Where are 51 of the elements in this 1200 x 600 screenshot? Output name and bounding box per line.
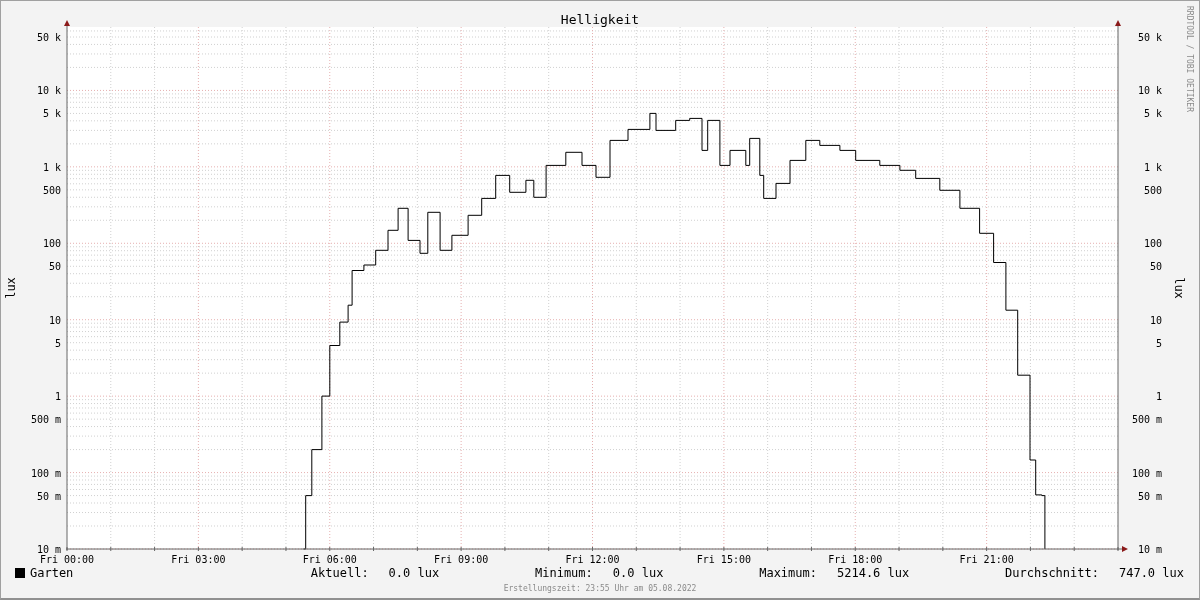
x-tick-label: Fri 03:00: [171, 554, 226, 564]
legend-label: Garten: [30, 566, 74, 580]
chart-title: Helligkeit: [560, 12, 640, 27]
y-tick-label: 10 k: [36, 85, 61, 97]
y-tick-label: 50: [1149, 261, 1162, 273]
y-tick-label: 50 k: [36, 32, 61, 43]
y-tick-label: 500 m: [1131, 414, 1162, 426]
y-tick-label: 50 m: [36, 490, 61, 502]
y-tick-label: 50 m: [1137, 490, 1162, 502]
y-tick-label: 100 m: [30, 467, 61, 479]
y-axis-title: lux: [4, 277, 18, 299]
stat-value: 747.0 lux: [1118, 566, 1184, 580]
y-tick-label: 10 m: [1137, 544, 1162, 555]
y-tick-label: 50: [48, 261, 61, 273]
stat-label: Aktuell:: [310, 566, 369, 580]
stat-value: 0.0 lux: [612, 566, 664, 580]
y-tick-label: 100: [42, 238, 61, 250]
stat-label: Minimum:: [535, 566, 593, 580]
y-tick-label: 5: [1155, 337, 1162, 349]
y-tick-label: 10 m: [36, 544, 61, 555]
y-tick-label: 1: [54, 391, 61, 403]
x-tick-label: Fri 09:00: [434, 554, 489, 564]
y-tick-label: 500: [42, 184, 61, 196]
y-tick-label: 500 m: [30, 414, 61, 426]
y-tick-label: 1: [1155, 391, 1162, 403]
x-tick-label: Fri 15:00: [696, 554, 751, 564]
x-tick-label: Fri 18:00: [828, 554, 883, 564]
y-axis-title: lux: [1172, 277, 1186, 299]
stat-label: Maximum:: [759, 566, 817, 580]
legend-swatch: [15, 568, 25, 578]
y-tick-label: 10 k: [1137, 85, 1162, 97]
y-tick-label: 10: [1149, 314, 1162, 326]
stat-value: 0.0 lux: [388, 566, 440, 580]
y-tick-label: 10: [48, 314, 61, 326]
credit-text: RRDTOOL / TOBI OETIKER: [1185, 6, 1194, 112]
y-tick-label: 100: [1143, 238, 1162, 250]
x-tick-label: Fri 06:00: [302, 554, 357, 564]
stat-value: 5214.6 lux: [837, 566, 910, 580]
y-tick-label: 1 k: [42, 161, 61, 173]
y-tick-label: 5 k: [1143, 108, 1162, 120]
y-tick-label: 50 k: [1137, 32, 1162, 43]
y-tick-label: 1 k: [1143, 161, 1162, 173]
y-tick-label: 5: [54, 337, 61, 349]
x-tick-label: Fri 12:00: [565, 554, 620, 564]
y-tick-label: 5 k: [42, 108, 61, 120]
y-tick-label: 100 m: [1131, 467, 1162, 479]
x-tick-label: Fri 21:00: [959, 554, 1014, 564]
stat-label: Durchschnitt:: [1005, 566, 1099, 580]
x-tick-label: Fri 00:00: [39, 554, 95, 564]
y-tick-label: 500: [1143, 184, 1162, 196]
timestamp-text: Erstellungszeit: 23:55 Uhr am 05.08.2022: [503, 584, 697, 593]
